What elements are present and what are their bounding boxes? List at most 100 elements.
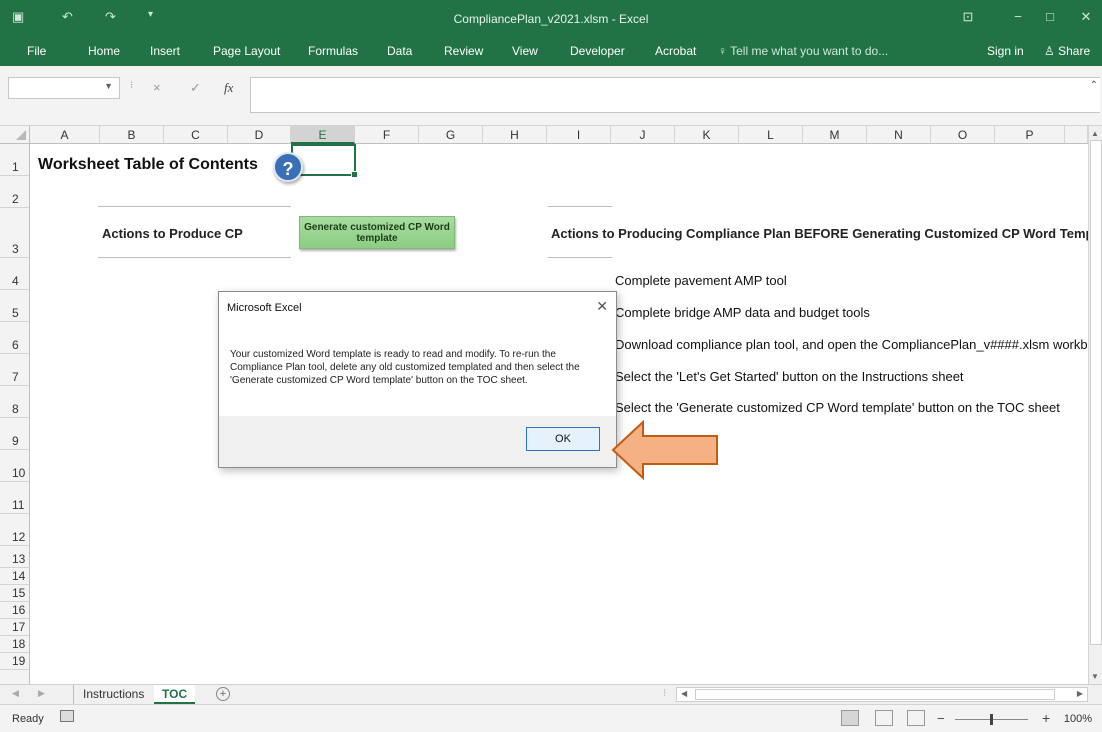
- column-header-k[interactable]: K: [675, 126, 739, 144]
- row-header-11[interactable]: 11: [0, 482, 30, 514]
- tab-insert[interactable]: Insert: [150, 44, 180, 58]
- next-sheet-icon[interactable]: ▶: [38, 688, 45, 699]
- zoom-slider[interactable]: [955, 714, 1028, 725]
- sheet-tab-instructions[interactable]: Instructions: [75, 685, 152, 704]
- scroll-left-icon[interactable]: ◀: [681, 689, 687, 698]
- column-header-g[interactable]: G: [419, 126, 483, 144]
- tab-developer[interactable]: Developer: [570, 44, 625, 58]
- scroll-thumb[interactable]: [695, 689, 1055, 700]
- enter-entry-icon[interactable]: ✓: [190, 80, 201, 96]
- column-header-p[interactable]: P: [995, 126, 1065, 144]
- divider-line: [98, 257, 291, 258]
- row-header-7[interactable]: 7: [0, 354, 30, 386]
- column-header-j[interactable]: J: [611, 126, 675, 144]
- scroll-right-icon[interactable]: ▶: [1077, 689, 1083, 698]
- insert-function-icon[interactable]: fx: [224, 80, 233, 96]
- row-header-20: [0, 670, 30, 684]
- tab-home[interactable]: Home: [88, 44, 120, 58]
- column-header-n[interactable]: N: [867, 126, 931, 144]
- column-header-m[interactable]: M: [803, 126, 867, 144]
- normal-view-icon[interactable]: [841, 710, 859, 726]
- formula-input[interactable]: [250, 77, 1100, 113]
- message-dialog: Microsoft Excel ✕ Your customized Word t…: [218, 291, 617, 468]
- row-header-8[interactable]: 8: [0, 386, 30, 418]
- step-item: Complete pavement AMP tool: [615, 273, 787, 288]
- column-header-b[interactable]: B: [100, 126, 164, 144]
- column-header-h[interactable]: H: [483, 126, 547, 144]
- row-header-3[interactable]: 3: [0, 208, 30, 258]
- column-header-o[interactable]: O: [931, 126, 995, 144]
- page-layout-view-icon[interactable]: [875, 710, 893, 726]
- help-button[interactable]: ?: [273, 152, 303, 182]
- row-header-1[interactable]: 1: [0, 144, 30, 176]
- close-icon[interactable]: ✕: [1076, 9, 1096, 25]
- row-header-4[interactable]: 4: [0, 258, 30, 290]
- row-header-9[interactable]: 9: [0, 418, 30, 450]
- scroll-thumb[interactable]: [1090, 140, 1102, 645]
- row-header-16[interactable]: 16: [0, 602, 30, 619]
- status-text: Ready: [12, 713, 44, 725]
- row-header-6[interactable]: 6: [0, 322, 30, 354]
- row-header-17[interactable]: 17: [0, 619, 30, 636]
- vertical-scrollbar[interactable]: ▲ ▼: [1088, 126, 1102, 684]
- column-header-d[interactable]: D: [228, 126, 291, 144]
- select-all-corner[interactable]: [0, 126, 30, 144]
- generate-template-button[interactable]: Generate customized CP Word template: [299, 216, 455, 249]
- zoom-slider-handle[interactable]: [990, 714, 993, 725]
- tab-view[interactable]: View: [512, 44, 538, 58]
- ribbon-display-icon[interactable]: ⊡: [958, 9, 978, 25]
- sheet-tabs-bar: ◀ ▶ Instructions TOC + ⁝ ◀ ▶: [0, 684, 1102, 704]
- scroll-up-icon[interactable]: ▲: [1091, 129, 1099, 138]
- row-header-19[interactable]: 19: [0, 653, 30, 670]
- zoom-level[interactable]: 100%: [1064, 713, 1092, 725]
- column-header-overflow: [1065, 126, 1088, 144]
- maximize-icon[interactable]: □: [1040, 9, 1060, 24]
- share-button[interactable]: ♙ Share: [1044, 44, 1090, 58]
- row-header-2[interactable]: 2: [0, 176, 30, 208]
- column-header-e[interactable]: E: [291, 126, 355, 144]
- row-header-13[interactable]: 13: [0, 546, 30, 568]
- row-header-18[interactable]: 18: [0, 636, 30, 653]
- person-icon: ♙: [1044, 44, 1055, 58]
- ribbon-tabs: File Home Insert Page Layout Formulas Da…: [0, 38, 1102, 66]
- sheet-tab-toc[interactable]: TOC: [154, 685, 196, 704]
- column-header-f[interactable]: F: [355, 126, 419, 144]
- tab-acrobat[interactable]: Acrobat: [655, 44, 696, 58]
- tell-me-search[interactable]: ♀ Tell me what you want to do...: [718, 44, 888, 58]
- zoom-out-button[interactable]: −: [937, 711, 945, 726]
- row-header-14[interactable]: 14: [0, 568, 30, 585]
- tab-file[interactable]: File: [27, 44, 46, 58]
- lightbulb-icon: ♀: [718, 44, 727, 58]
- formula-bar-grip-icon: ⁝: [130, 80, 134, 91]
- row-header-10[interactable]: 10: [0, 450, 30, 482]
- tab-data[interactable]: Data: [387, 44, 412, 58]
- zoom-in-button[interactable]: +: [1042, 710, 1050, 726]
- column-header-i[interactable]: I: [547, 126, 611, 144]
- tabs-splitter-icon[interactable]: ⁝: [663, 688, 666, 699]
- cancel-entry-icon[interactable]: ×: [153, 80, 161, 95]
- macro-record-icon[interactable]: [60, 710, 74, 722]
- tab-review[interactable]: Review: [444, 44, 483, 58]
- scroll-down-icon[interactable]: ▼: [1091, 672, 1099, 681]
- close-icon[interactable]: ✕: [596, 298, 608, 315]
- row-header-12[interactable]: 12: [0, 514, 30, 546]
- sign-in-link[interactable]: Sign in: [987, 44, 1024, 58]
- column-header-l[interactable]: L: [739, 126, 803, 144]
- column-header-a[interactable]: A: [30, 126, 100, 144]
- row-header-15[interactable]: 15: [0, 585, 30, 602]
- tab-page-layout[interactable]: Page Layout: [213, 44, 280, 58]
- divider-line: [98, 206, 291, 207]
- previous-sheet-icon[interactable]: ◀: [12, 688, 19, 699]
- name-box-dropdown-icon[interactable]: ▼: [104, 81, 113, 91]
- column-header-c[interactable]: C: [164, 126, 228, 144]
- sheet-title: Worksheet Table of Contents: [38, 156, 258, 173]
- row-header-5[interactable]: 5: [0, 290, 30, 322]
- tab-formulas[interactable]: Formulas: [308, 44, 358, 58]
- add-sheet-button[interactable]: +: [216, 687, 230, 701]
- collapse-formula-bar-icon[interactable]: ⌃: [1090, 80, 1098, 91]
- page-break-view-icon[interactable]: [907, 710, 925, 726]
- name-box[interactable]: ▼: [8, 77, 120, 99]
- ok-button[interactable]: OK: [526, 427, 600, 451]
- minimize-icon[interactable]: −: [1008, 9, 1028, 24]
- horizontal-scrollbar[interactable]: ◀ ▶: [676, 687, 1088, 702]
